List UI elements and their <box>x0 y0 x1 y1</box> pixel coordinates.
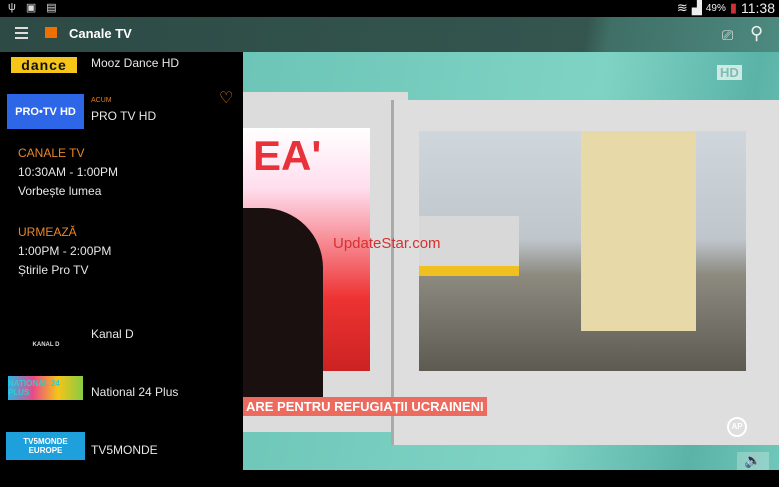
news-lower-third: ARE PENTRU REFUGIAȚII UCRAINENI <box>243 397 487 416</box>
next-program: URMEAZĂ 1:00PM - 2:00PM Știrile Pro TV <box>18 223 111 280</box>
hd-badge: HD <box>717 65 742 80</box>
battery-percent: 49% <box>705 2 726 14</box>
program-title: Știrile Pro TV <box>18 263 89 277</box>
watermark: UpdateStar.com <box>333 235 441 252</box>
cast-icon[interactable]: ⎚ <box>722 27 733 44</box>
usb-icon: ψ <box>8 1 16 13</box>
studio-panel: EA' <box>243 92 408 432</box>
channel-item-national-24[interactable]: NATIONAL 24 PLUS National 24 Plus <box>0 366 243 416</box>
channel-logo: TV5MONDE EUROPE <box>6 432 85 460</box>
wifi-icon: ≋ <box>676 0 688 15</box>
channel-item-pro-tv[interactable]: PRO•TV HD ACUM PRO TV HD ♡ <box>0 90 243 134</box>
program-title: Vorbește lumea <box>18 184 102 198</box>
signal-icon: ▟ <box>691 0 702 15</box>
clock: 11:38 <box>741 0 775 16</box>
program-heading: URMEAZĂ <box>18 225 77 239</box>
channel-logo: NATIONAL 24 PLUS <box>8 376 83 400</box>
image-icon: ▣ <box>25 2 37 14</box>
menu-icon[interactable] <box>15 27 28 39</box>
program-time: 10:30AM - 1:00PM <box>18 165 119 179</box>
news-footage <box>419 131 746 371</box>
status-bar: ψ ▣ ▤ ≋ ▟ 49% ▮ 11:38 <box>0 0 779 17</box>
sim-icon: ▤ <box>46 2 57 14</box>
channel-name: PRO TV HD <box>91 109 157 123</box>
channel-name: National 24 Plus <box>91 385 179 399</box>
channel-list[interactable]: dance Mooz Dance HD PRO•TV HD ACUM PRO T… <box>0 52 243 470</box>
volume-icon[interactable]: 🔊 <box>737 452 769 470</box>
orange-logo <box>45 27 57 38</box>
channel-item-mooz-dance[interactable]: dance Mooz Dance HD <box>0 44 243 94</box>
page-title: Canale TV <box>69 26 132 41</box>
channel-item-kanal-d[interactable]: KANAL D Kanal D <box>0 308 243 358</box>
channel-item-tv5monde[interactable]: TV5MONDE EUROPE TV5MONDE <box>0 424 243 474</box>
channel-name: Kanal D <box>91 327 134 341</box>
presenter <box>243 208 323 408</box>
studio-text: EA' <box>253 132 322 179</box>
program-heading: CANALE TV <box>18 146 85 160</box>
channel-name: TV5MONDE <box>91 443 158 457</box>
channel-logo: dance <box>11 57 77 73</box>
current-program: CANALE TV 10:30AM - 1:00PM Vorbește lume… <box>18 144 118 201</box>
ap-logo: AP <box>727 417 747 437</box>
now-badge: ACUM <box>91 97 112 104</box>
house <box>581 131 696 331</box>
search-icon[interactable]: ⚲ <box>750 23 763 44</box>
heart-icon[interactable]: ♡ <box>219 88 233 108</box>
program-time: 1:00PM - 2:00PM <box>18 244 112 258</box>
battery-icon: ▮ <box>729 0 737 15</box>
channel-logo: PRO•TV HD <box>7 94 84 129</box>
channel-name: Mooz Dance HD <box>91 56 180 70</box>
video-player[interactable]: HD EA' ARE PENTRU REFUGIAȚII UCRAINENI A… <box>243 52 779 470</box>
channel-logo: KANAL D <box>32 342 60 348</box>
